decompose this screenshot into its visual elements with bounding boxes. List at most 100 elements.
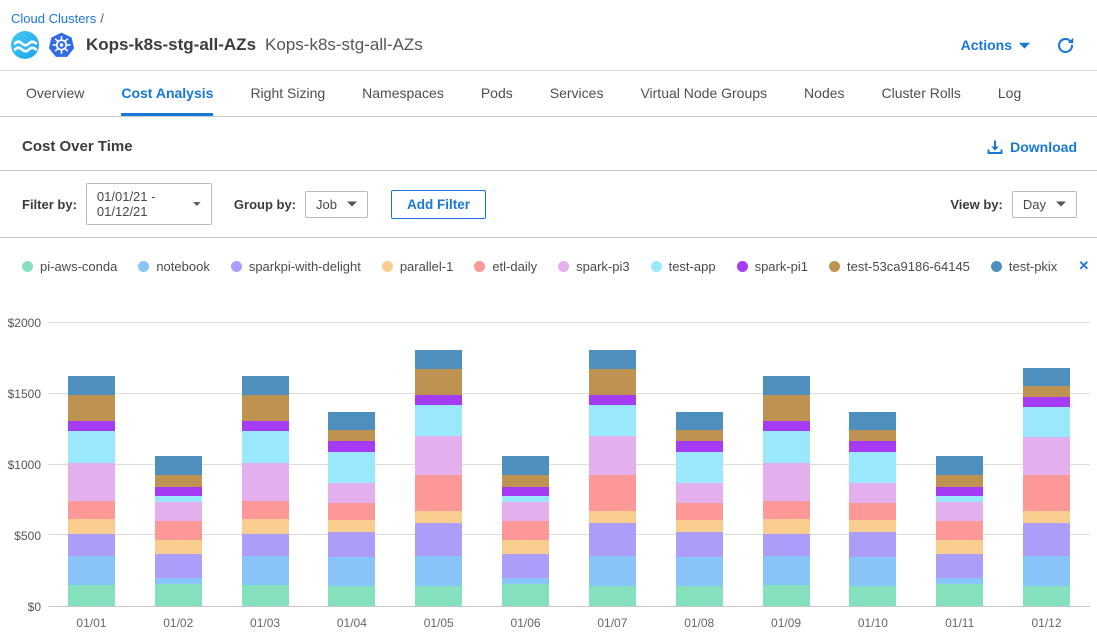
legend-item-test-53ca9186-64145[interactable]: test-53ca9186-64145 <box>829 259 970 274</box>
bar-segment-parallel-1[interactable] <box>763 519 810 534</box>
bar-segment-spark-pi3[interactable] <box>676 483 723 503</box>
legend-item-parallel-1[interactable]: parallel-1 <box>382 259 453 274</box>
deselect-all-button[interactable]: ✕ Deselect All <box>1078 251 1097 281</box>
bar-segment-test-pkix[interactable] <box>502 456 549 475</box>
bar-segment-test-app[interactable] <box>415 405 462 436</box>
bar-segment-sparkpi-with-delight[interactable] <box>415 523 462 556</box>
bar-segment-test-53ca9186-64145[interactable] <box>1023 386 1070 397</box>
bar-segment-test-pkix[interactable] <box>68 376 115 395</box>
tab-cluster-rolls[interactable]: Cluster Rolls <box>882 71 961 116</box>
bar-segment-pi-aws-conda[interactable] <box>68 585 115 606</box>
legend-item-spark-pi3[interactable]: spark-pi3 <box>558 259 629 274</box>
bar-segment-spark-pi3[interactable] <box>155 502 202 521</box>
bar-segment-etl-daily[interactable] <box>155 521 202 540</box>
date-range-dropdown[interactable]: 01/01/21 - 01/12/21 <box>86 183 212 225</box>
bar-segment-pi-aws-conda[interactable] <box>763 585 810 606</box>
bar-segment-sparkpi-with-delight[interactable] <box>68 534 115 557</box>
bar-segment-test-53ca9186-64145[interactable] <box>589 369 636 395</box>
bar-segment-spark-pi3[interactable] <box>415 436 462 475</box>
bar-segment-spark-pi3[interactable] <box>849 483 896 503</box>
bar-segment-notebook[interactable] <box>676 557 723 587</box>
bar-segment-test-53ca9186-64145[interactable] <box>849 430 896 441</box>
bar-segment-spark-pi1[interactable] <box>328 441 375 452</box>
bar-segment-spark-pi1[interactable] <box>155 487 202 496</box>
legend-item-spark-pi1[interactable]: spark-pi1 <box>737 259 808 274</box>
bar-segment-test-pkix[interactable] <box>676 412 723 430</box>
bar-segment-test-app[interactable] <box>68 431 115 463</box>
bar-segment-test-53ca9186-64145[interactable] <box>328 430 375 441</box>
bar-segment-spark-pi1[interactable] <box>68 421 115 431</box>
bar-segment-parallel-1[interactable] <box>1023 511 1070 522</box>
bar-segment-spark-pi3[interactable] <box>589 436 636 475</box>
bar-segment-test-pkix[interactable] <box>242 376 289 395</box>
bar-segment-parallel-1[interactable] <box>68 519 115 534</box>
bar-segment-test-53ca9186-64145[interactable] <box>502 475 549 487</box>
bar-segment-parallel-1[interactable] <box>242 519 289 534</box>
tab-log[interactable]: Log <box>998 71 1021 116</box>
legend-item-test-app[interactable]: test-app <box>651 259 716 274</box>
bar-segment-test-53ca9186-64145[interactable] <box>936 475 983 487</box>
bar-segment-notebook[interactable] <box>328 557 375 587</box>
bar-segment-test-53ca9186-64145[interactable] <box>415 369 462 395</box>
bar-segment-test-app[interactable] <box>589 405 636 436</box>
bar-segment-pi-aws-conda[interactable] <box>849 586 896 606</box>
bar-segment-pi-aws-conda[interactable] <box>589 586 636 606</box>
bar-segment-spark-pi3[interactable] <box>68 463 115 501</box>
bar-segment-sparkpi-with-delight[interactable] <box>242 534 289 557</box>
bar-segment-sparkpi-with-delight[interactable] <box>589 523 636 556</box>
bar-segment-pi-aws-conda[interactable] <box>676 586 723 606</box>
bar-segment-spark-pi3[interactable] <box>242 463 289 501</box>
bar-segment-spark-pi1[interactable] <box>589 395 636 405</box>
bar-segment-etl-daily[interactable] <box>849 503 896 520</box>
bar-segment-sparkpi-with-delight[interactable] <box>936 554 983 577</box>
bar-segment-sparkpi-with-delight[interactable] <box>849 532 896 557</box>
bar-segment-test-pkix[interactable] <box>849 412 896 430</box>
legend-item-sparkpi-with-delight[interactable]: sparkpi-with-delight <box>231 259 361 274</box>
refresh-button[interactable] <box>1056 36 1075 55</box>
bar-segment-spark-pi1[interactable] <box>502 487 549 496</box>
bar-segment-pi-aws-conda[interactable] <box>155 584 202 606</box>
bar-segment-test-53ca9186-64145[interactable] <box>763 395 810 421</box>
bar-segment-etl-daily[interactable] <box>502 521 549 540</box>
bar-segment-notebook[interactable] <box>68 556 115 585</box>
bar-segment-test-pkix[interactable] <box>936 456 983 475</box>
bar-segment-test-app[interactable] <box>676 452 723 483</box>
bar-segment-notebook[interactable] <box>589 556 636 586</box>
bar-segment-spark-pi3[interactable] <box>502 502 549 521</box>
bar-segment-test-app[interactable] <box>763 431 810 463</box>
bar-segment-sparkpi-with-delight[interactable] <box>502 554 549 577</box>
bar-segment-pi-aws-conda[interactable] <box>1023 586 1070 606</box>
bar-segment-test-pkix[interactable] <box>415 350 462 369</box>
bar-segment-test-pkix[interactable] <box>1023 368 1070 386</box>
tab-namespaces[interactable]: Namespaces <box>362 71 444 116</box>
bar-segment-spark-pi1[interactable] <box>763 421 810 431</box>
tab-overview[interactable]: Overview <box>26 71 84 116</box>
bar-segment-sparkpi-with-delight[interactable] <box>676 532 723 557</box>
bar-segment-spark-pi1[interactable] <box>849 441 896 452</box>
bar-segment-test-53ca9186-64145[interactable] <box>68 395 115 421</box>
actions-button[interactable]: Actions <box>961 37 1030 53</box>
bar-segment-pi-aws-conda[interactable] <box>502 584 549 606</box>
bar-segment-etl-daily[interactable] <box>328 503 375 520</box>
bar-segment-notebook[interactable] <box>415 556 462 586</box>
view-by-dropdown[interactable]: Day <box>1012 191 1077 218</box>
bar-segment-etl-daily[interactable] <box>763 501 810 519</box>
bar-segment-test-53ca9186-64145[interactable] <box>676 430 723 441</box>
bar-segment-spark-pi3[interactable] <box>328 483 375 503</box>
bar-segment-notebook[interactable] <box>1023 556 1070 586</box>
bar-segment-test-app[interactable] <box>328 452 375 483</box>
bar-segment-pi-aws-conda[interactable] <box>936 584 983 606</box>
bar-segment-test-app[interactable] <box>242 431 289 463</box>
bar-segment-spark-pi1[interactable] <box>936 487 983 496</box>
bar-segment-notebook[interactable] <box>242 556 289 585</box>
bar-segment-sparkpi-with-delight[interactable] <box>763 534 810 557</box>
legend-item-etl-daily[interactable]: etl-daily <box>474 259 537 274</box>
legend-item-notebook[interactable]: notebook <box>138 259 210 274</box>
bar-segment-test-pkix[interactable] <box>328 412 375 430</box>
bar-segment-spark-pi1[interactable] <box>676 441 723 452</box>
tab-virtual-node-groups[interactable]: Virtual Node Groups <box>640 71 767 116</box>
bar-segment-notebook[interactable] <box>849 557 896 587</box>
bar-segment-parallel-1[interactable] <box>155 540 202 554</box>
bar-segment-parallel-1[interactable] <box>415 511 462 522</box>
bar-segment-sparkpi-with-delight[interactable] <box>1023 523 1070 556</box>
